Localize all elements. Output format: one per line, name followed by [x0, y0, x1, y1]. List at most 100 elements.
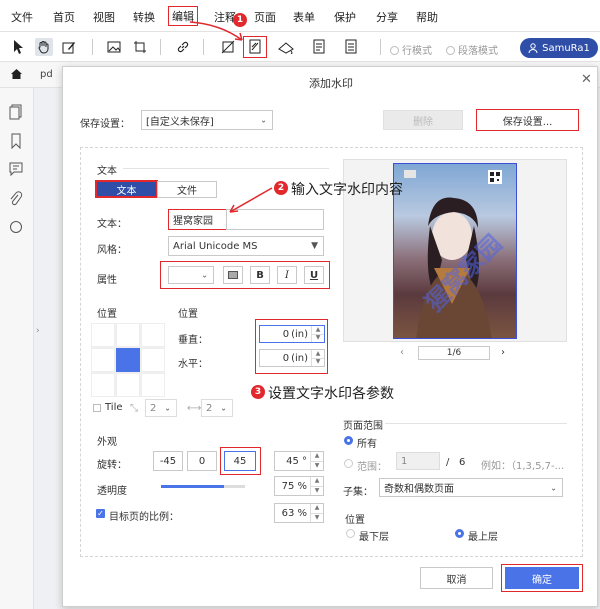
dialog-title: 添加水印: [309, 77, 353, 90]
opacity-slider[interactable]: [161, 485, 245, 488]
attributes-label: 属性: [97, 275, 117, 286]
color-swatch-icon: [228, 271, 238, 279]
horizontal-input[interactable]: 0 (in) ▲ ▼: [259, 349, 325, 367]
horizontal-spinner[interactable]: ▲ ▼: [311, 350, 324, 366]
close-icon[interactable]: ✕: [581, 72, 592, 87]
range-separator: /: [446, 457, 450, 468]
position-grid-label: 位置: [97, 309, 117, 320]
crop-icon[interactable]: [131, 38, 149, 56]
scale-spinner[interactable]: ▲ ▼: [310, 504, 323, 522]
menu-protect[interactable]: 保护: [334, 9, 356, 25]
page-number-input[interactable]: 1/6: [418, 346, 490, 360]
cancel-button[interactable]: 取消: [420, 567, 493, 589]
annotation-step-2-text: 输入文字水印内容: [291, 182, 403, 198]
document-tab[interactable]: pd: [40, 69, 53, 80]
home-icon[interactable]: [10, 68, 23, 83]
tile-rows-icon: ⟷: [187, 403, 202, 414]
position-grid[interactable]: [91, 323, 165, 397]
delete-button[interactable]: 删除: [383, 110, 463, 130]
annotation-arrow-2: [229, 187, 273, 213]
tile-rows-select[interactable]: 2 ⌄: [201, 399, 233, 417]
user-account-button[interactable]: SamuRa1: [520, 38, 598, 58]
rotation-45-button[interactable]: 45: [224, 451, 256, 471]
position-offset-label: 位置: [178, 309, 198, 320]
dropdown-arrow-icon: ▼: [311, 241, 318, 251]
range-total: 6: [459, 457, 466, 468]
add-watermark-dialog: 添加水印 ✕ 保存设置： [自定义未保存] ⌄ 删除 保存设置... 文本 文本…: [62, 66, 598, 607]
bottom-layer-radio[interactable]: [346, 529, 355, 538]
paragraph-mode-option[interactable]: 段落模式: [446, 42, 498, 57]
opacity-spinner[interactable]: ▲ ▼: [310, 477, 323, 495]
save-settings-button[interactable]: 保存设置...: [476, 109, 579, 131]
menu-bar: 文件 首页 视图 转换 编辑 注释 页面 表单 保护 分享 帮助: [0, 0, 600, 32]
attachment-icon[interactable]: [9, 191, 25, 207]
watermark-text-input[interactable]: 猩窝家园: [168, 209, 228, 230]
underline-button[interactable]: U: [304, 266, 324, 284]
select-cursor-icon[interactable]: [10, 38, 28, 56]
save-settings-label: 保存设置：: [80, 119, 130, 130]
next-page-icon[interactable]: ›: [501, 347, 505, 358]
subset-select[interactable]: 奇数和偶数页面 ⌄: [379, 478, 563, 497]
bold-button[interactable]: B: [250, 266, 270, 284]
tile-columns-select[interactable]: 2 ⌄: [145, 399, 177, 417]
text-field-label: 文本：: [97, 219, 127, 230]
menu-share[interactable]: 分享: [376, 9, 398, 25]
all-pages-radio[interactable]: [344, 436, 353, 445]
range-from-input[interactable]: 1: [396, 452, 440, 470]
opacity-input[interactable]: 75 % ▲ ▼: [274, 476, 324, 496]
sidebar-expand-icon[interactable]: ›: [36, 326, 40, 336]
preset-select[interactable]: [自定义未保存] ⌄: [141, 110, 273, 130]
bookmark-icon[interactable]: [9, 133, 25, 150]
text-section-label: 文本: [97, 166, 117, 177]
style-label: 风格：: [97, 245, 127, 256]
top-layer-radio[interactable]: [455, 529, 464, 538]
rotation-spinner[interactable]: ▲ ▼: [310, 452, 323, 470]
tile-checkbox[interactable]: [93, 404, 101, 412]
edit-text-icon[interactable]: [60, 38, 78, 56]
vertical-input[interactable]: 0 (in) ▲ ▼: [259, 325, 325, 343]
scale-input[interactable]: 63 % ▲ ▼: [274, 503, 324, 523]
tab-file[interactable]: 文件: [157, 181, 217, 198]
rotation-0-button[interactable]: 0: [187, 451, 217, 471]
menu-form[interactable]: 表单: [293, 9, 315, 25]
scale-checkbox[interactable]: ✓: [96, 509, 105, 518]
menu-view[interactable]: 视图: [93, 9, 115, 25]
vertical-spinner[interactable]: ▲ ▼: [311, 326, 324, 342]
appearance-label: 外观: [97, 437, 117, 448]
menu-convert[interactable]: 转换: [133, 9, 155, 25]
prev-page-icon[interactable]: ‹: [400, 347, 404, 358]
bates-icon[interactable]: [310, 38, 328, 56]
position-center-selected[interactable]: [116, 348, 140, 372]
italic-button[interactable]: I: [277, 266, 297, 284]
color-picker-button[interactable]: [223, 266, 243, 284]
font-select[interactable]: Arial Unicode MS ▼: [168, 236, 324, 256]
toolbar: 行模式 段落模式: [0, 32, 600, 62]
top-layer-label: 最上层: [468, 532, 498, 543]
menu-home[interactable]: 首页: [53, 9, 75, 25]
header-footer-icon[interactable]: [277, 38, 295, 56]
menu-file[interactable]: 文件: [11, 9, 33, 25]
subset-label: 子集：: [343, 487, 373, 498]
page-thumbnail-icon[interactable]: [9, 104, 25, 120]
bottom-layer-label: 最下层: [359, 532, 389, 543]
chevron-down-icon: ⌄: [164, 403, 171, 413]
page-number-icon[interactable]: [342, 38, 360, 56]
range-radio[interactable]: [344, 459, 353, 468]
rotation-minus45-button[interactable]: -45: [153, 451, 183, 471]
annotation-step-3: 3: [251, 385, 265, 399]
annotation-step-1: 1: [233, 13, 247, 27]
tile-label: Tile: [105, 402, 123, 413]
search-icon[interactable]: [9, 220, 25, 236]
font-size-select[interactable]: ⌄: [168, 266, 214, 284]
annotation-step-3-text: 设置文字水印各参数: [268, 386, 394, 402]
line-mode-option[interactable]: 行模式: [390, 42, 432, 57]
ok-button[interactable]: 确定: [505, 567, 579, 589]
rotation-input[interactable]: 45 ° ▲ ▼: [274, 451, 324, 471]
tab-text[interactable]: 文本: [95, 180, 158, 198]
hand-tool-icon[interactable]: [35, 38, 53, 56]
range-label: 范围：: [357, 462, 387, 473]
comment-icon[interactable]: [9, 162, 25, 178]
edit-image-icon[interactable]: [105, 38, 123, 56]
tile-columns-icon: ⤡: [130, 403, 138, 414]
menu-help[interactable]: 帮助: [416, 9, 438, 25]
